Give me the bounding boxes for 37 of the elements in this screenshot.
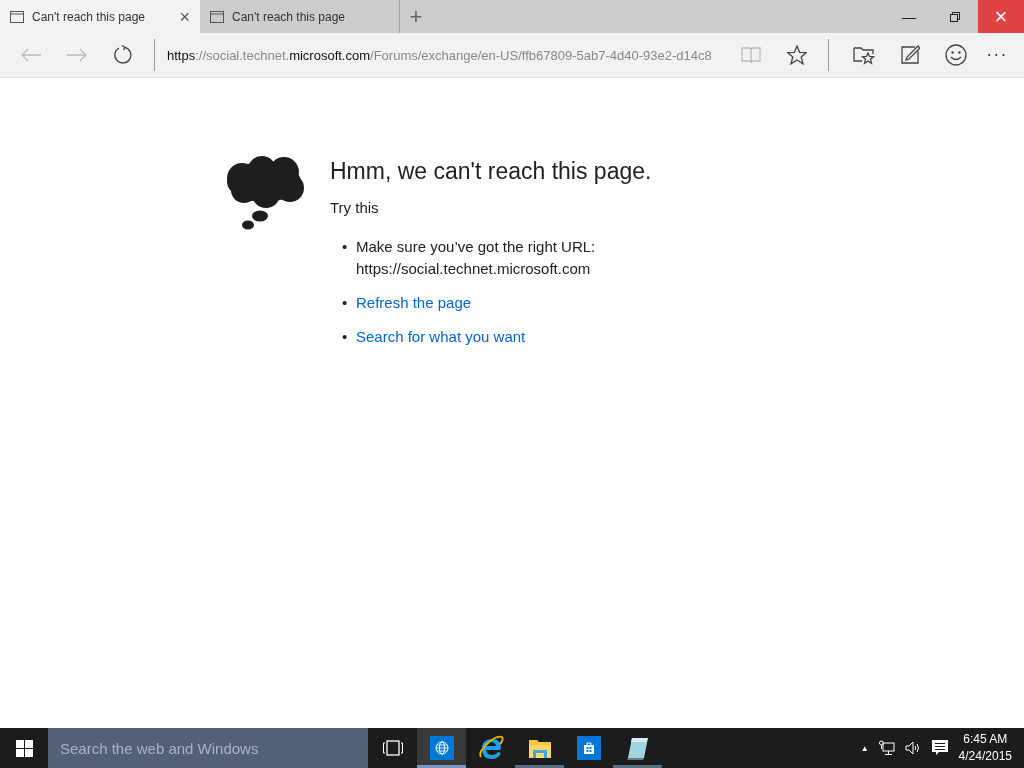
bullet: • <box>342 293 348 313</box>
bullet: • <box>342 237 348 257</box>
windows-logo-icon[interactable] <box>15 739 33 757</box>
star-icon[interactable] <box>786 45 807 65</box>
speaker-icon[interactable] <box>904 740 921 756</box>
folder-icon <box>527 737 552 759</box>
bullet: • <box>342 327 348 347</box>
close-window-button[interactable]: × <box>978 0 1024 33</box>
show-hidden-icons-button[interactable]: ▲ <box>860 743 869 753</box>
suggestion-link[interactable]: Search for what you want <box>356 326 526 348</box>
restore-icon[interactable] <box>950 11 960 22</box>
more-button[interactable]: ··· <box>978 45 1016 65</box>
refresh-icon[interactable] <box>113 45 133 65</box>
suggestion-heading: Try this <box>330 199 380 216</box>
clock-time[interactable]: 6:45 AM <box>963 731 1008 748</box>
address-field[interactable]: https://social.technet.microsoft.com/Forums/exchange/en-US/ffb67809-5ab7-4d40-93e2-d14c8 <box>167 47 728 63</box>
e-logo-icon <box>477 735 504 761</box>
smiley-icon[interactable] <box>944 44 967 66</box>
folder-star-icon[interactable] <box>852 45 875 65</box>
globe-app-icon <box>429 736 454 760</box>
notification-icon[interactable] <box>930 739 949 757</box>
clock-date[interactable]: 4/24/2015 <box>958 748 1012 765</box>
suggestion-text: Make sure you’ve got the right URL: https://social.technet.microsoft.com <box>356 237 596 279</box>
notepad-icon <box>625 736 650 760</box>
task-view-icon <box>382 740 403 756</box>
browser-tab[interactable]: Can't reach this page × <box>0 0 200 33</box>
new-tab-button[interactable]: + <box>400 0 432 33</box>
network-icon[interactable] <box>878 740 895 756</box>
page-icon <box>210 10 224 23</box>
suggestion-link[interactable]: Refresh the page <box>356 292 472 314</box>
close-tab-button[interactable]: × <box>179 7 190 26</box>
minimize-button[interactable]: — <box>886 0 932 33</box>
shopping-bag-icon <box>576 736 601 760</box>
error-heading: Hmm, we can't reach this page. <box>330 158 652 185</box>
page-icon <box>10 10 24 23</box>
taskbar-app[interactable] <box>417 728 466 768</box>
pen-square-icon[interactable] <box>899 45 920 65</box>
